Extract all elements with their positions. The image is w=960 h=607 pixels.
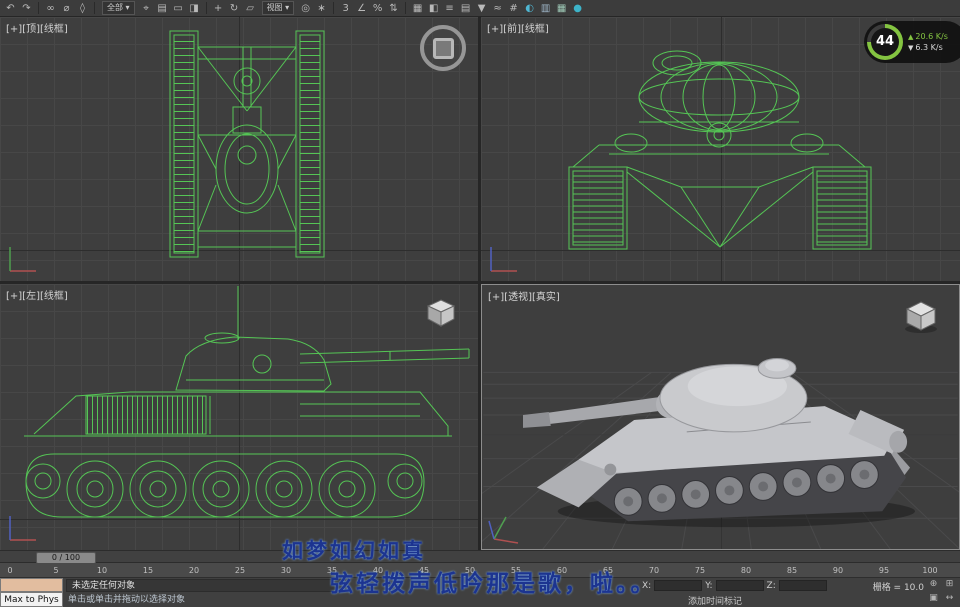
ruler-tick-90: 90 <box>832 566 844 575</box>
x-coordinate-field[interactable] <box>654 580 703 591</box>
steering-wheel-center <box>432 37 454 59</box>
ruler-tick-10: 10 <box>96 566 108 575</box>
axis-tripod <box>9 516 36 541</box>
main-toolbar: ↶ ↷ ∞ ⌀ ◊ 全部 ▾ ⌖ ▤ ▭ ◨ + ↻ ▱ 视图 ▾ ◎ ∗ 3 ∠% ⇅ ▦ ◧ ≡ ▤ ▼ ≈ # ◐ ▥ ▦ ● <box>0 0 960 17</box>
graphite-ribbon-icon[interactable]: ▼ <box>474 1 489 16</box>
maxscript-listener-line[interactable]: Max to Phys <box>0 592 63 607</box>
curve-editor-icon[interactable]: ≈ <box>490 1 505 16</box>
zoom-all-icon[interactable]: ⊞ <box>942 578 957 591</box>
select-and-scale-icon[interactable]: ▱ <box>243 1 258 16</box>
layer-manager-icon[interactable]: ▤ <box>458 1 473 16</box>
use-pivot-point-icon[interactable]: ◎ <box>298 1 313 16</box>
tank-wireframe-top-view <box>169 30 325 258</box>
y-label: Y: <box>705 580 713 591</box>
maximize-viewport-icon[interactable]: ▣ <box>926 592 941 605</box>
application-window: ↶ ↷ ∞ ⌀ ◊ 全部 ▾ ⌖ ▤ ▭ ◨ + ↻ ▱ 视图 ▾ ◎ ∗ 3 ∠% ⇅ ▦ ◧ ≡ ▤ ▼ ≈ # ◐ ▥ ▦ ● [+… <box>0 0 960 607</box>
zoom-icon[interactable]: ⊕ <box>926 578 941 591</box>
ruler-tick-85: 85 <box>786 566 798 575</box>
schematic-view-icon[interactable]: # <box>506 1 521 16</box>
viewport-perspective-label[interactable]: [+][透视][真实] <box>488 288 560 303</box>
toolbar-separator <box>38 2 39 14</box>
axis-tripod <box>9 247 36 272</box>
percent-snap-icon[interactable]: % <box>370 1 385 16</box>
bind-to-spacewarp-icon[interactable]: ◊ <box>75 1 90 16</box>
snaps-toggle-icon[interactable]: 3 <box>338 1 353 16</box>
ruler-tick-20: 20 <box>188 566 200 575</box>
viewport-front-label[interactable]: [+][前][线框] <box>487 20 549 35</box>
selection-status: 未选定任何对象 <box>66 579 346 592</box>
add-time-tag[interactable]: 添加时间标记 <box>688 594 742 607</box>
viewport-left-label[interactable]: [+][左][线框] <box>6 287 68 302</box>
ruler-tick-15: 15 <box>142 566 154 575</box>
download-rate: ▼ 6.3 K/s <box>908 42 943 52</box>
viewport-top-label[interactable]: [+][顶][线框] <box>6 20 68 35</box>
ruler-tick-25: 25 <box>234 566 246 575</box>
mirror-icon[interactable]: ◧ <box>426 1 441 16</box>
steering-wheel-gizmo[interactable] <box>420 25 466 71</box>
render-production-icon[interactable]: ● <box>570 1 585 16</box>
prompt-line: 单击或单击并拖动以选择对象 <box>68 595 186 605</box>
viewport-perspective[interactable]: [+][透视][真实] <box>481 284 960 550</box>
up-arrow-icon: ▲ <box>908 32 914 41</box>
select-link-icon[interactable]: ∞ <box>43 1 58 16</box>
axis-tripod <box>490 247 517 272</box>
z-coordinate-field[interactable] <box>778 580 827 591</box>
select-by-name-icon[interactable]: ▤ <box>155 1 170 16</box>
tank-wireframe-left-view <box>24 286 470 518</box>
viewport-top[interactable]: [+][顶][线框] <box>0 17 478 281</box>
align-icon[interactable]: ≡ <box>442 1 457 16</box>
toolbar-separator <box>333 2 335 14</box>
viewcube-gizmo[interactable] <box>424 298 460 330</box>
ruler-tick-30: 30 <box>280 566 292 575</box>
fps-value: 44 <box>871 28 899 56</box>
fps-ring: 44 <box>867 24 903 60</box>
rendered-frame-window-icon[interactable]: ▦ <box>554 1 569 16</box>
select-and-manipulate-icon[interactable]: ∗ <box>314 1 329 16</box>
redo-icon[interactable]: ↷ <box>19 1 34 16</box>
maxscript-mini-listener[interactable] <box>0 578 63 592</box>
fps-overlay: 44 ▲ 20.6 K/s ▼ 6.3 K/s <box>864 21 960 63</box>
ruler-tick-5: 5 <box>53 566 59 575</box>
ruler-tick-100: 100 <box>922 566 938 575</box>
viewport-left[interactable]: [+][左][线框] <box>0 284 478 550</box>
edit-named-selection-sets-icon[interactable]: ▦ <box>410 1 425 16</box>
ruler-tick-80: 80 <box>740 566 752 575</box>
viewport-area: [+][顶][线框] [+][前][线框] [+][左][线框] [+][透视]… <box>0 17 960 550</box>
undo-icon[interactable]: ↶ <box>3 1 18 16</box>
subtitle-line-1: 如梦如幻如真 <box>282 539 426 563</box>
angle-snap-icon[interactable]: ∠ <box>354 1 369 16</box>
select-and-move-icon[interactable]: + <box>211 1 226 16</box>
unlink-selection-icon[interactable]: ⌀ <box>59 1 74 16</box>
down-arrow-icon: ▼ <box>908 43 914 52</box>
selection-filter-dropdown[interactable]: 全部 ▾ <box>102 1 135 15</box>
rectangular-selection-region-icon[interactable]: ▭ <box>171 1 186 16</box>
select-object-icon[interactable]: ⌖ <box>139 1 154 16</box>
tank-shaded-perspective-view <box>482 357 959 549</box>
pan-icon[interactable]: ↔ <box>942 592 957 605</box>
spinner-snap-icon[interactable]: ⇅ <box>386 1 401 16</box>
grid-spacing-label: 栅格 = 10.0 <box>872 583 924 593</box>
subtitle-line-2: 弦轻拨声低吟那是歌，啦。。 <box>330 571 657 597</box>
time-slider[interactable]: 0 / 100 <box>0 550 960 564</box>
upload-rate: ▲ 20.6 K/s <box>908 31 948 41</box>
ruler-tick-75: 75 <box>694 566 706 575</box>
viewcube-gizmo[interactable] <box>901 299 941 335</box>
window-crossing-icon[interactable]: ◨ <box>187 1 202 16</box>
toolbar-separator <box>405 2 407 14</box>
ruler-tick-95: 95 <box>878 566 890 575</box>
material-editor-icon[interactable]: ◐ <box>522 1 537 16</box>
ruler-tick-0: 0 <box>7 566 13 575</box>
z-label: Z: <box>766 580 776 591</box>
select-and-rotate-icon[interactable]: ↻ <box>227 1 242 16</box>
reference-coordinate-system-dropdown[interactable]: 视图 ▾ <box>261 1 295 15</box>
render-setup-icon[interactable]: ▥ <box>538 1 553 16</box>
y-coordinate-field[interactable] <box>715 580 764 591</box>
toolbar-separator <box>94 2 95 14</box>
viewport-nav-controls: ⊕ ⊞ ▣ ↔ <box>926 578 958 605</box>
axis-tripod <box>488 516 519 544</box>
coordinate-display: X: Y: Z: <box>642 579 827 592</box>
fps-stats: ▲ 20.6 K/s ▼ 6.3 K/s <box>908 32 948 53</box>
toolbar-separator <box>205 2 207 14</box>
